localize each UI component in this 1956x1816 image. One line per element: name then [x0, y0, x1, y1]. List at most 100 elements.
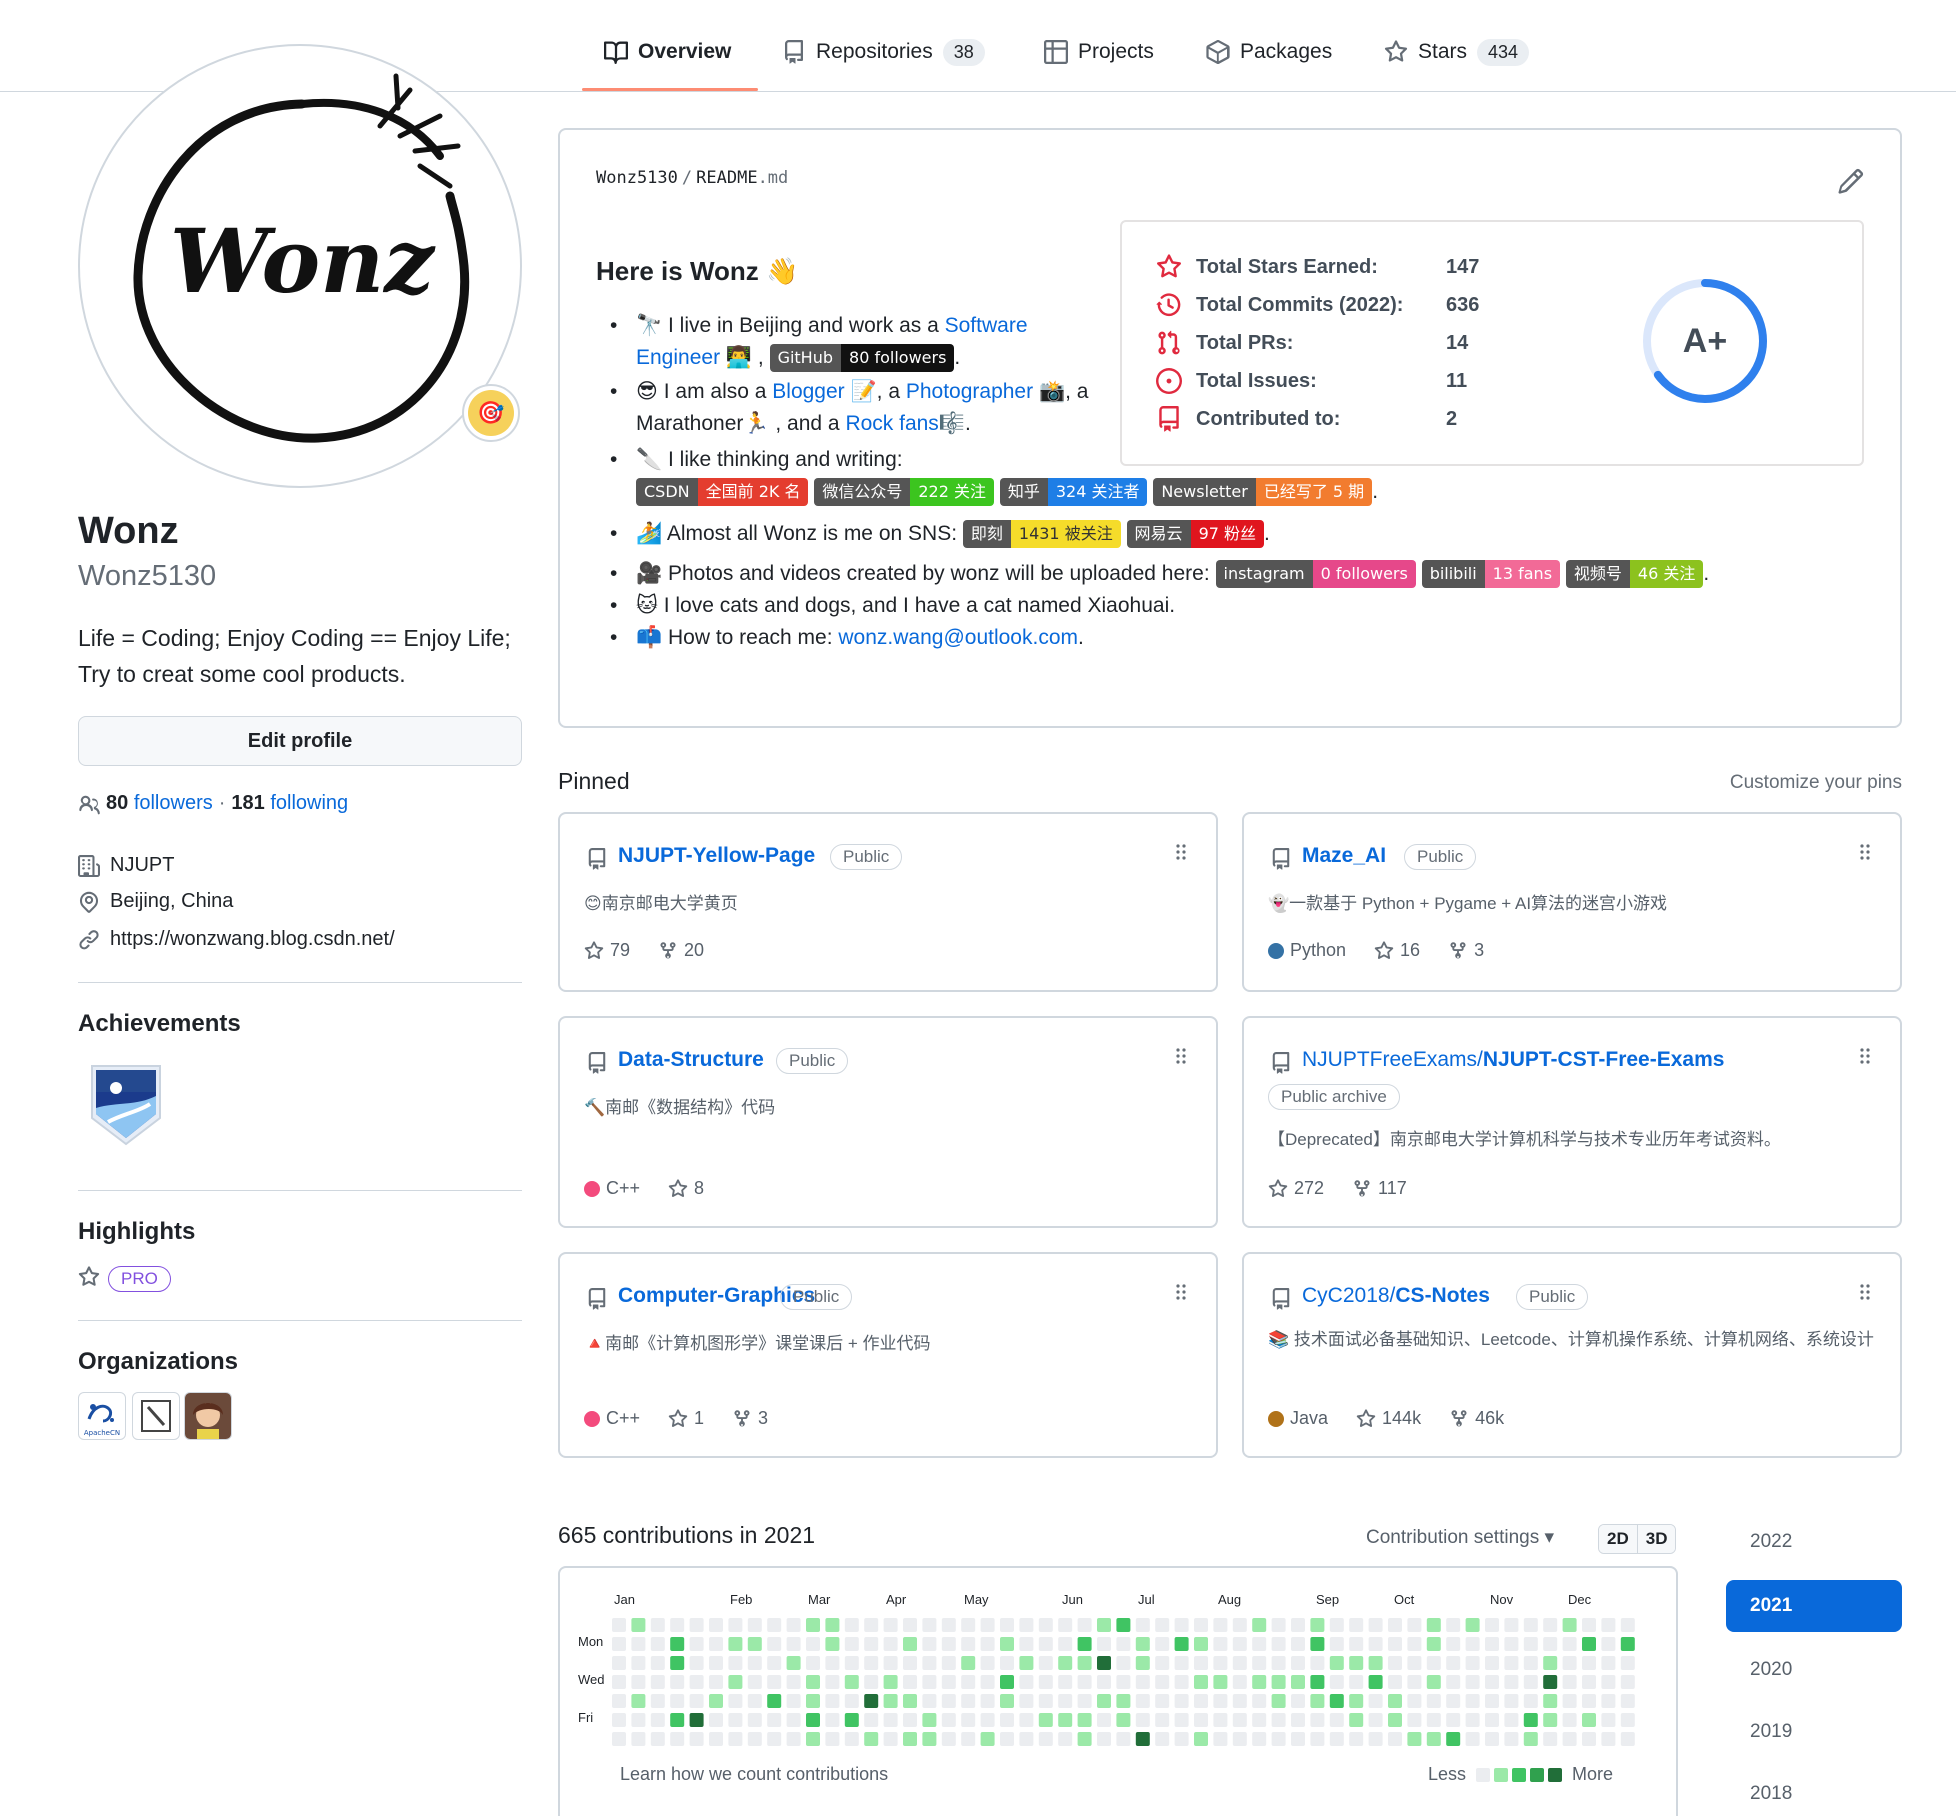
instagram-shield[interactable]: instagram 0 followers — [1215, 560, 1416, 589]
contribution-day[interactable] — [767, 1637, 782, 1651]
contribution-day[interactable] — [903, 1637, 917, 1651]
contribution-day[interactable] — [844, 1637, 859, 1651]
drag-handle-icon[interactable] — [1858, 1046, 1872, 1066]
contribution-day[interactable] — [1000, 1618, 1014, 1632]
contribution-day[interactable] — [922, 1694, 937, 1708]
contribution-day[interactable] — [1271, 1656, 1286, 1670]
contribution-day[interactable] — [922, 1637, 937, 1651]
edit-profile-button[interactable]: Edit profile — [78, 716, 522, 766]
contribution-day[interactable] — [1543, 1713, 1558, 1727]
contribution-day[interactable] — [1097, 1637, 1111, 1651]
contribution-day[interactable] — [631, 1637, 646, 1651]
contribution-day[interactable] — [670, 1732, 685, 1746]
contribution-day[interactable] — [612, 1637, 626, 1651]
drag-handle-icon[interactable] — [1174, 1046, 1188, 1066]
contribution-day[interactable] — [1019, 1713, 1034, 1727]
contribution-day[interactable] — [1155, 1618, 1170, 1632]
github-stats-card[interactable]: Total Stars Earned: 147 Total Commits (20… — [1120, 220, 1864, 466]
contribution-day[interactable] — [1485, 1675, 1499, 1689]
repo-forks-link[interactable]: 3 — [1448, 940, 1484, 961]
contribution-day[interactable] — [689, 1675, 704, 1689]
contribution-day[interactable] — [1582, 1675, 1596, 1689]
contribution-day[interactable] — [631, 1694, 646, 1708]
contribution-day[interactable] — [1135, 1637, 1150, 1651]
contribution-day[interactable] — [941, 1637, 956, 1651]
contribution-day[interactable] — [1174, 1675, 1189, 1689]
contribution-day[interactable] — [650, 1618, 665, 1632]
contribution-day[interactable] — [1019, 1656, 1034, 1670]
contribution-day[interactable] — [650, 1637, 665, 1651]
contribution-day[interactable] — [1174, 1694, 1189, 1708]
contribution-day[interactable] — [1368, 1656, 1383, 1670]
contribution-day[interactable] — [1446, 1656, 1461, 1670]
contribution-day[interactable] — [922, 1675, 937, 1689]
contribution-day[interactable] — [1310, 1656, 1325, 1670]
contribution-day[interactable] — [1116, 1637, 1131, 1651]
contribution-day[interactable] — [1407, 1675, 1422, 1689]
contribution-day[interactable] — [1329, 1675, 1344, 1689]
contribution-day[interactable] — [670, 1675, 685, 1689]
contribution-day[interactable] — [1291, 1713, 1305, 1727]
blogger-link[interactable]: Blogger — [772, 380, 844, 403]
contribution-day[interactable] — [1291, 1675, 1305, 1689]
repo-stars-link[interactable]: 272 — [1268, 1178, 1324, 1199]
contribution-day[interactable] — [903, 1694, 917, 1708]
email-link[interactable]: wonz.wang@outlook.com — [838, 626, 1078, 649]
contribution-day[interactable] — [1485, 1713, 1499, 1727]
contribution-day[interactable] — [1407, 1656, 1422, 1670]
contribution-day[interactable] — [1543, 1732, 1558, 1746]
contribution-day[interactable] — [1194, 1656, 1208, 1670]
contribution-day[interactable] — [1543, 1694, 1558, 1708]
contribution-day[interactable] — [1155, 1694, 1170, 1708]
contribution-day[interactable] — [1252, 1675, 1267, 1689]
contribution-day[interactable] — [1465, 1732, 1480, 1746]
contribution-day[interactable] — [689, 1732, 704, 1746]
contribution-day[interactable] — [728, 1637, 743, 1651]
contribution-day[interactable] — [1426, 1732, 1441, 1746]
contribution-day[interactable] — [864, 1675, 879, 1689]
repo-name-link[interactable]: CyC2018/CS-Notes — [1302, 1284, 1490, 1308]
contribution-day[interactable] — [1368, 1694, 1383, 1708]
tab-projects[interactable]: Projects — [1044, 34, 1154, 70]
contribution-day[interactable] — [1058, 1618, 1073, 1632]
contribution-day[interactable] — [1058, 1713, 1073, 1727]
contribution-day[interactable] — [883, 1675, 898, 1689]
contribution-day[interactable] — [1523, 1732, 1538, 1746]
contribution-day[interactable] — [1543, 1656, 1558, 1670]
contribution-day[interactable] — [1426, 1637, 1441, 1651]
contribution-day[interactable] — [1485, 1637, 1499, 1651]
contribution-day[interactable] — [1271, 1618, 1286, 1632]
contribution-day[interactable] — [1019, 1637, 1034, 1651]
set-status-button[interactable]: 🎯 — [462, 384, 520, 442]
contribution-day[interactable] — [631, 1618, 646, 1632]
contribution-day[interactable] — [1038, 1637, 1053, 1651]
contribution-day[interactable] — [941, 1656, 956, 1670]
repo-stars-link[interactable]: 8 — [668, 1178, 704, 1199]
tab-repositories[interactable]: Repositories 38 — [782, 34, 985, 70]
year-link-2018[interactable]: 2018 — [1726, 1768, 1902, 1816]
contribution-day[interactable] — [1194, 1637, 1208, 1651]
contribution-day[interactable] — [1000, 1713, 1014, 1727]
contribution-day[interactable] — [1135, 1675, 1150, 1689]
contribution-day[interactable] — [1232, 1618, 1247, 1632]
contribution-day[interactable] — [1407, 1713, 1422, 1727]
contribution-day[interactable] — [1329, 1694, 1344, 1708]
contribution-day[interactable] — [1252, 1732, 1267, 1746]
contribution-day[interactable] — [883, 1694, 898, 1708]
contribution-day[interactable] — [1116, 1618, 1131, 1632]
contribution-day[interactable] — [1038, 1618, 1053, 1632]
contribution-day[interactable] — [1446, 1618, 1461, 1632]
contribution-day[interactable] — [1077, 1656, 1092, 1670]
wechat-shield[interactable]: 微信公众号 222 关注 — [814, 478, 994, 507]
contribution-day[interactable] — [806, 1675, 820, 1689]
contribution-day[interactable] — [786, 1713, 801, 1727]
contribution-day[interactable] — [844, 1732, 859, 1746]
contribution-day[interactable] — [1174, 1637, 1189, 1651]
contribution-day[interactable] — [903, 1656, 917, 1670]
contribution-day[interactable] — [1116, 1713, 1131, 1727]
contribution-day[interactable] — [1135, 1713, 1150, 1727]
repo-forks-link[interactable]: 20 — [658, 940, 704, 961]
contribution-day[interactable] — [941, 1713, 956, 1727]
contribution-day[interactable] — [1019, 1732, 1034, 1746]
contribution-day[interactable] — [1388, 1618, 1402, 1632]
